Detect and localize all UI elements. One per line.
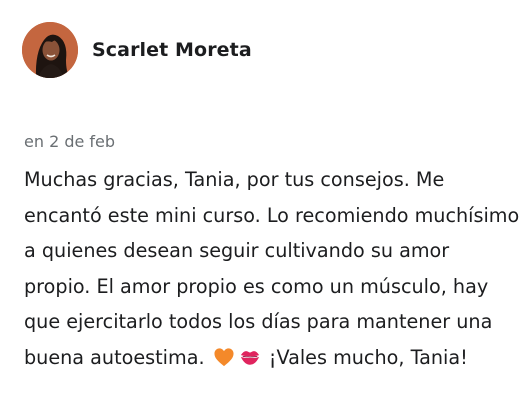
review-text-ending: ¡Vales mucho, Tania!	[262, 345, 468, 369]
avatar-photo-icon	[22, 22, 78, 78]
avatar	[22, 22, 78, 78]
review-text: Muchas gracias, Tania, por tus consejos.…	[24, 162, 520, 375]
orange-heart-icon	[214, 347, 234, 366]
review-text-body: Muchas gracias, Tania, por tus consejos.…	[24, 168, 520, 369]
review-header: Scarlet Moreta	[22, 22, 252, 78]
author-name: Scarlet Moreta	[92, 39, 252, 61]
review-date: en 2 de feb	[24, 132, 116, 151]
kiss-mark-icon	[240, 350, 259, 365]
